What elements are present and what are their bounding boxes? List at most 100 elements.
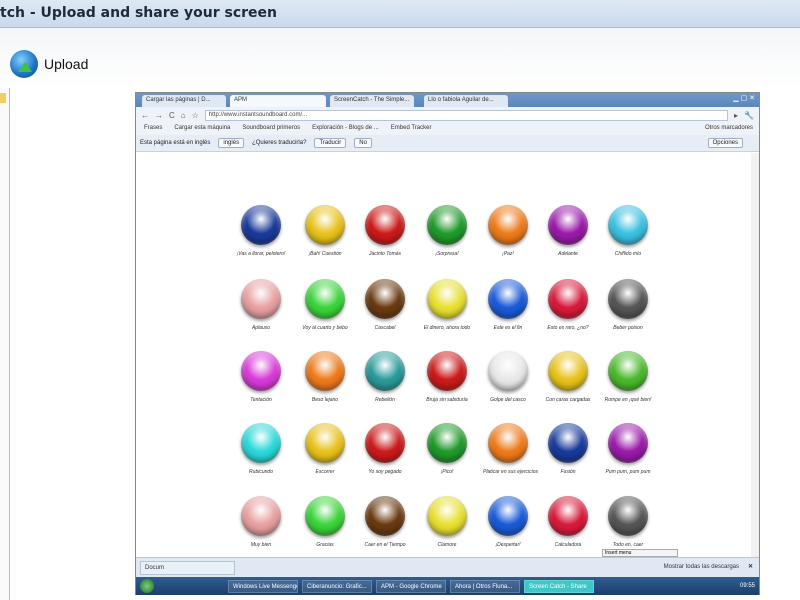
sound-button-item: ¡Despertar! bbox=[483, 496, 533, 548]
sound-button-item: Muy bien bbox=[236, 496, 286, 548]
sound-button[interactable] bbox=[608, 351, 648, 391]
sound-button[interactable] bbox=[488, 423, 528, 463]
sound-label: El dinero, ahora todo bbox=[423, 325, 471, 331]
sound-button[interactable] bbox=[548, 279, 588, 319]
sound-button-item: Calculadora bbox=[543, 496, 593, 548]
sound-button[interactable] bbox=[548, 423, 588, 463]
sound-button-item: Adelante bbox=[543, 205, 593, 257]
options-button[interactable]: Opciones bbox=[707, 138, 743, 148]
sound-label: Con caras cargadas bbox=[545, 397, 591, 403]
sound-button[interactable] bbox=[305, 205, 345, 245]
browser-tab[interactable]: Llo o fabiola Aguilar de... bbox=[424, 95, 508, 107]
translate-bar: Esta página está en inglés inglés ¿Quier… bbox=[136, 135, 759, 152]
sound-button[interactable] bbox=[365, 351, 405, 391]
bookmark[interactable]: Soundboard primeros bbox=[242, 125, 300, 133]
sound-button[interactable] bbox=[427, 279, 467, 319]
sound-button[interactable] bbox=[365, 279, 405, 319]
language-select[interactable]: inglés bbox=[218, 138, 245, 148]
show-all-downloads[interactable]: Mostrar todas las descargas bbox=[664, 564, 739, 570]
sound-button[interactable] bbox=[241, 496, 281, 536]
bookmark[interactable]: Embed Tracker bbox=[391, 125, 432, 133]
sound-button[interactable] bbox=[427, 423, 467, 463]
sound-button[interactable] bbox=[241, 205, 281, 245]
sound-button[interactable] bbox=[365, 496, 405, 536]
sound-button[interactable] bbox=[241, 351, 281, 391]
sound-button[interactable] bbox=[305, 351, 345, 391]
sound-label: Voy al cuarto y bebo bbox=[302, 325, 348, 331]
sound-label: Chiflido mío bbox=[614, 251, 642, 257]
forward-icon[interactable]: → bbox=[155, 111, 163, 120]
sound-button[interactable] bbox=[427, 351, 467, 391]
bookmarks-bar: Frases Cargar esta máquina Soundboard pr… bbox=[136, 123, 759, 135]
bookmark[interactable]: Frases bbox=[144, 125, 162, 133]
sound-button-item: Caer en el Tiempo bbox=[360, 496, 410, 548]
download-bar: Docum Mostrar todas las descargas ✕ bbox=[136, 557, 759, 577]
sound-label: Gracias bbox=[316, 542, 334, 548]
home-icon[interactable]: ⌂ bbox=[181, 111, 186, 120]
upload-button[interactable]: Upload bbox=[10, 50, 88, 78]
sound-button-item: Voy al cuarto y bebo bbox=[300, 279, 350, 331]
address-bar[interactable]: http://www.instantsoundboard.com/... bbox=[204, 109, 729, 121]
sound-label: ¡Despertar! bbox=[495, 542, 521, 548]
sound-button[interactable] bbox=[608, 205, 648, 245]
sound-button[interactable] bbox=[305, 423, 345, 463]
close-icon[interactable]: ✕ bbox=[748, 563, 753, 570]
download-item[interactable]: Docum bbox=[140, 561, 235, 575]
browser-tab-active[interactable]: APM bbox=[230, 95, 326, 107]
sound-button[interactable] bbox=[365, 423, 405, 463]
sound-button[interactable] bbox=[241, 279, 281, 319]
title-bar: tch - Upload and share your screen bbox=[0, 0, 800, 28]
sound-button[interactable] bbox=[427, 205, 467, 245]
back-icon[interactable]: ← bbox=[141, 111, 149, 120]
sound-button[interactable] bbox=[305, 279, 345, 319]
sound-button[interactable] bbox=[548, 496, 588, 536]
sound-button[interactable] bbox=[305, 496, 345, 536]
translate-button[interactable]: Traducir bbox=[314, 138, 347, 148]
sound-button[interactable] bbox=[488, 205, 528, 245]
sound-label: Todo en, caer bbox=[612, 542, 644, 548]
browser-tab[interactable]: Cargar las páginas | D... bbox=[142, 95, 226, 107]
sound-button-item: Chiflido mío bbox=[603, 205, 653, 257]
sound-button[interactable] bbox=[488, 279, 528, 319]
toolbar: Upload bbox=[0, 28, 800, 88]
taskbar-item[interactable]: Ciberanuncio: Grafic... bbox=[302, 579, 372, 593]
sound-button-item: Bruja sin sabiduría bbox=[422, 351, 472, 403]
bookmark[interactable]: Cargar esta máquina bbox=[174, 125, 230, 133]
sound-label: Adelante bbox=[558, 251, 578, 257]
reload-icon[interactable]: C bbox=[169, 111, 175, 120]
sound-button[interactable] bbox=[548, 205, 588, 245]
bookmark[interactable]: Exploración - Blogs de ... bbox=[312, 125, 379, 133]
window-controls[interactable]: ▁ ▢ ✕ bbox=[733, 94, 755, 102]
left-panel bbox=[0, 88, 10, 600]
sound-button[interactable] bbox=[427, 496, 467, 536]
sound-button[interactable] bbox=[608, 496, 648, 536]
sound-button[interactable] bbox=[488, 351, 528, 391]
no-button[interactable]: No bbox=[354, 138, 372, 148]
sound-label: Golpe del casco bbox=[490, 397, 526, 403]
sound-button[interactable] bbox=[608, 423, 648, 463]
taskbar-item[interactable]: APM - Google Chrome bbox=[376, 579, 446, 593]
sound-button[interactable] bbox=[608, 279, 648, 319]
star-icon[interactable]: ☆ bbox=[192, 111, 199, 120]
sound-label: ¡Paz! bbox=[502, 251, 514, 257]
page-icon[interactable]: ▸ bbox=[734, 111, 738, 120]
taskbar-item[interactable]: Windows Live Messenger bbox=[228, 579, 298, 593]
sound-button[interactable] bbox=[241, 423, 281, 463]
sound-button[interactable] bbox=[548, 351, 588, 391]
clock: 09:55 bbox=[739, 583, 755, 589]
sound-button[interactable] bbox=[488, 496, 528, 536]
wrench-icon[interactable]: 🔧 bbox=[744, 111, 754, 120]
taskbar-item[interactable]: Screen Catch - Share bbox=[524, 579, 594, 593]
sound-button-item: Con caras cargadas bbox=[543, 351, 593, 403]
sound-label: Caer en el Tiempo bbox=[364, 542, 406, 548]
browser-tab[interactable]: ScreenCatch - The Simple... bbox=[330, 95, 414, 107]
scrollbar[interactable] bbox=[751, 153, 759, 557]
start-button[interactable] bbox=[140, 579, 154, 593]
other-bookmarks[interactable]: Otros marcadores bbox=[705, 125, 753, 131]
sound-button[interactable] bbox=[365, 205, 405, 245]
sound-label: Rompe en ¡qué bien! bbox=[604, 397, 652, 403]
taskbar-item[interactable]: Ahora | Otros Fluna... bbox=[450, 579, 520, 593]
sound-button-item: ¡Bah! Cuestión bbox=[300, 205, 350, 257]
sound-label: Rubicundo bbox=[249, 469, 273, 475]
sound-button-item: Jacinto Tomás bbox=[360, 205, 410, 257]
